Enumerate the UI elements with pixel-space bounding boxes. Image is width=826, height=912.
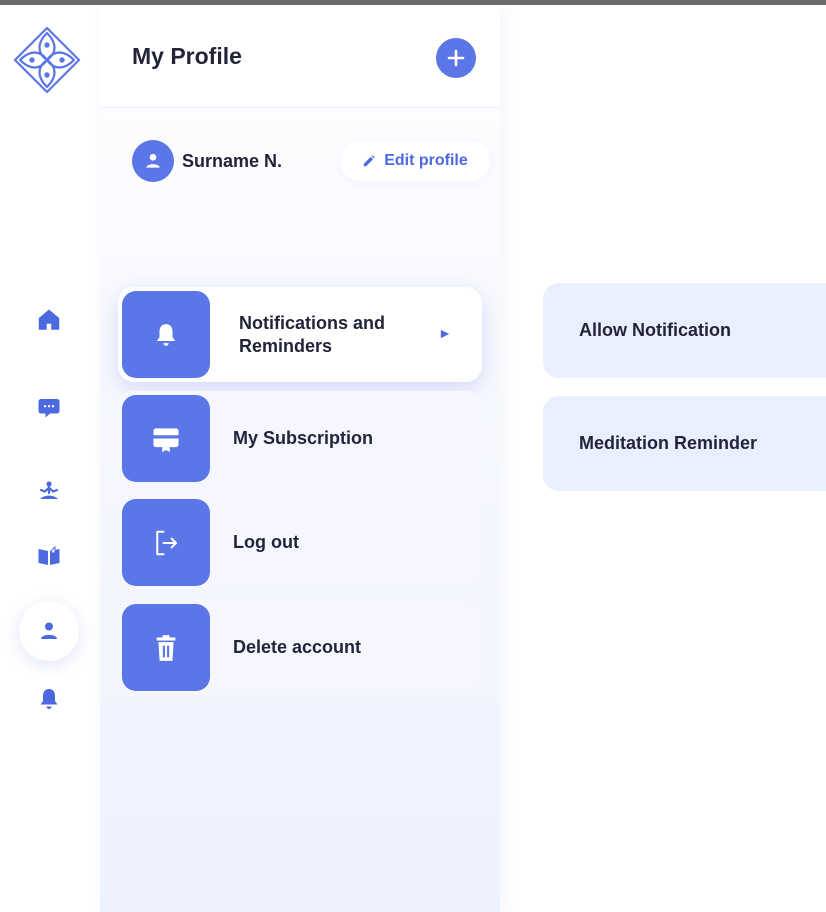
menu-item-label: Log out	[233, 532, 299, 552]
page-title: My Profile	[132, 43, 242, 69]
setting-label: Allow Notification	[579, 320, 731, 340]
user-name: Surname N.	[182, 151, 283, 171]
avatar[interactable]	[132, 140, 174, 182]
menu-item-label: Delete account	[233, 637, 362, 657]
nav-meditation-button[interactable]	[19, 461, 79, 521]
profile-panel: My Profile Surname N. Edit profile Notif…	[100, 5, 500, 912]
menu-icon-box	[122, 499, 210, 586]
menu-icon-box	[122, 395, 210, 482]
edit-profile-button[interactable]: Edit profile	[340, 141, 490, 181]
home-icon	[38, 309, 60, 330]
bell-icon	[156, 323, 176, 346]
book-icon	[38, 545, 60, 565]
menu-icon-box	[122, 604, 210, 691]
nav-notifications-button[interactable]	[19, 669, 79, 729]
subscription-card-icon	[153, 427, 179, 452]
setting-label: Meditation Reminder	[579, 433, 758, 453]
nav-chat-button[interactable]	[19, 378, 79, 438]
menu-item-logout[interactable]: Log out	[118, 495, 482, 590]
menu-item-label: My Subscription	[233, 428, 374, 448]
trash-icon	[156, 634, 176, 661]
menu-item-label: Notifications and Reminders	[239, 312, 386, 356]
chat-icon	[38, 399, 60, 418]
chevron-right-icon	[440, 329, 450, 339]
nav-rail	[0, 5, 100, 912]
profile-header: My Profile	[100, 5, 500, 108]
logout-icon	[156, 530, 177, 555]
add-button[interactable]	[436, 38, 476, 78]
nav-home-button[interactable]	[19, 290, 79, 350]
menu-item-delete-account[interactable]: Delete account	[118, 600, 482, 695]
setting-meditation-reminder[interactable]: Meditation Reminder	[543, 396, 826, 491]
user-icon	[146, 153, 160, 168]
bell-icon	[40, 689, 58, 709]
nav-profile-button[interactable]	[19, 601, 79, 661]
user-icon	[41, 622, 57, 639]
plus-icon	[447, 49, 465, 67]
nav-library-button[interactable]	[19, 526, 79, 586]
app-logo-icon[interactable]	[12, 25, 82, 95]
meditation-icon	[39, 481, 59, 499]
edit-profile-label: Edit profile	[384, 152, 468, 169]
menu-icon-box	[122, 291, 210, 378]
menu-item-subscription[interactable]: My Subscription	[118, 391, 482, 486]
setting-allow-notification[interactable]: Allow Notification	[543, 283, 826, 378]
menu-item-notifications[interactable]: Notifications and Reminders	[118, 287, 482, 382]
pencil-icon	[363, 155, 376, 167]
